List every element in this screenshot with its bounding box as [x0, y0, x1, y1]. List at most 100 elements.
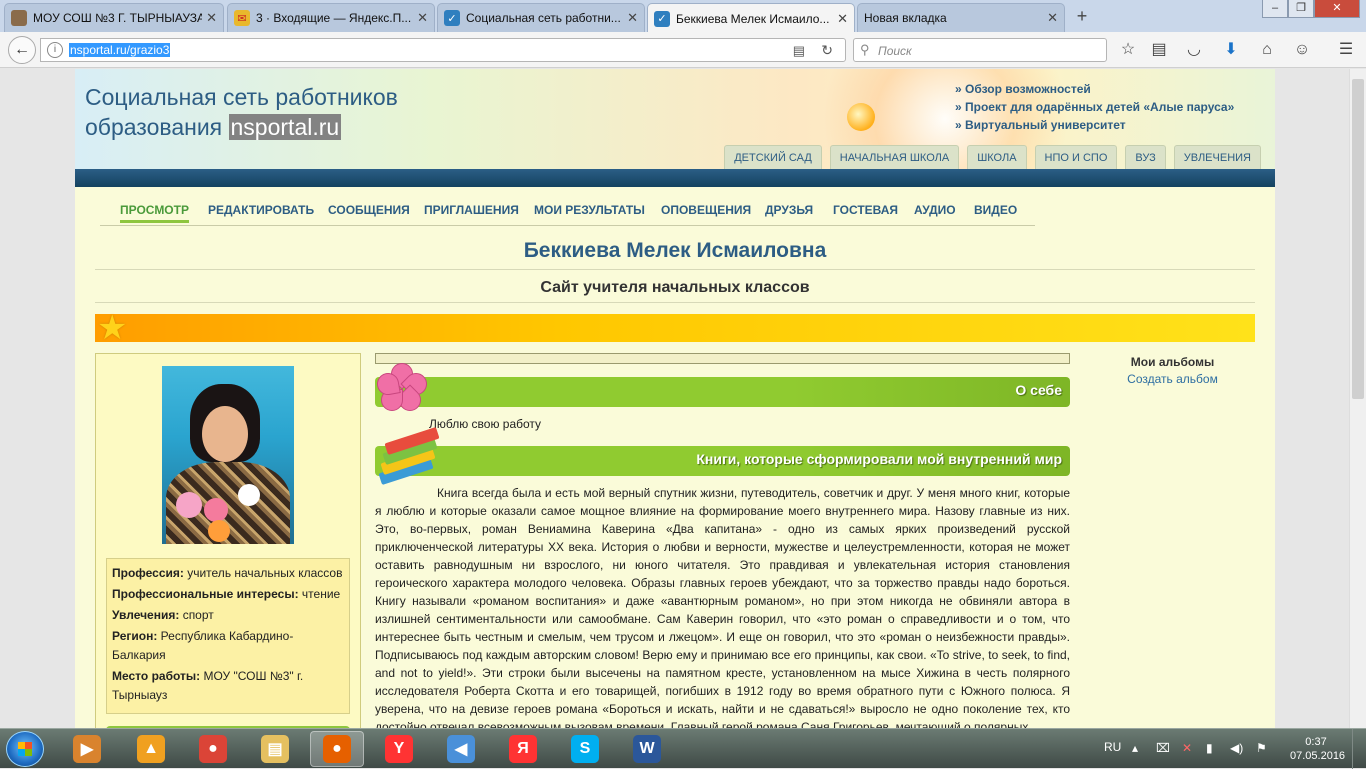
tab-label: Социальная сеть работни...: [466, 11, 621, 25]
books-text: Книга всегда была и есть мой верный спут…: [375, 486, 1070, 728]
tab-npo-spo[interactable]: НПО И СПО: [1034, 145, 1118, 169]
firefox-icon: ●: [323, 735, 351, 763]
search-icon: ⚲: [860, 42, 870, 57]
content-top-bar: [375, 353, 1070, 364]
taskbar-app-skype[interactable]: S: [558, 731, 612, 767]
avatar[interactable]: [162, 366, 294, 544]
site-title[interactable]: Социальная сеть работников образования n…: [85, 82, 398, 142]
maximize-button[interactable]: ❐: [1288, 0, 1314, 18]
bookmark-star-icon[interactable]: ☆: [1117, 40, 1139, 60]
taskbar-app-volume-mixer[interactable]: ◀: [434, 731, 488, 767]
nav-invitations[interactable]: ПРИГЛАШЕНИЯ: [424, 203, 519, 217]
close-icon[interactable]: ✕: [837, 11, 848, 27]
taskbar-app-file-explorer[interactable]: ▤: [248, 731, 302, 767]
promo-link-overview[interactable]: Обзор возможностей: [955, 80, 1234, 98]
notifications-tray-icon[interactable]: ⚑: [1256, 741, 1267, 755]
system-clock[interactable]: 0:37 07.05.2016: [1290, 735, 1345, 763]
downloads-icon[interactable]: ⬇: [1220, 40, 1242, 60]
search-placeholder: Поиск: [878, 44, 912, 58]
taskbar-app-yandex-browser[interactable]: Y: [372, 731, 426, 767]
nav-guestbook[interactable]: ГОСТЕВАЯ: [833, 203, 898, 217]
owner-name: Беккиева Мелек Исмаиловна: [523, 239, 827, 262]
pocket-icon[interactable]: ◡: [1183, 40, 1205, 60]
new-tab-button[interactable]: +: [1072, 6, 1092, 26]
tab-new[interactable]: Новая вкладка ✕: [857, 3, 1065, 32]
nav-my-results[interactable]: МОИ РЕЗУЛЬТАТЫ: [534, 203, 645, 217]
divider: [95, 269, 1255, 270]
taskbar-app-media-player[interactable]: ▶: [60, 731, 114, 767]
page-container: Социальная сеть работников образования n…: [75, 69, 1275, 728]
nav-view[interactable]: ПРОСМОТР: [120, 203, 189, 223]
page-scrollbar[interactable]: [1349, 69, 1366, 728]
tab-kindergarten[interactable]: ДЕТСКИЙ САД: [724, 145, 822, 169]
show-desktop-button[interactable]: [1352, 729, 1366, 769]
profile-info-box: Профессия: учитель начальных классов Про…: [106, 558, 350, 714]
close-icon[interactable]: ✕: [417, 10, 428, 26]
search-input[interactable]: ⚲ Поиск: [853, 38, 1107, 62]
nav-video[interactable]: ВИДЕО: [974, 203, 1017, 217]
close-icon[interactable]: ✕: [627, 10, 638, 26]
taskbar-app-aimp[interactable]: ▲: [124, 731, 178, 767]
file-explorer-icon: ▤: [261, 735, 289, 763]
start-button[interactable]: [6, 731, 44, 767]
nav-notifications[interactable]: ОПОВЕЩЕНИЯ: [661, 203, 751, 217]
tab-school[interactable]: МОУ СОШ №3 Г. ТЫРНЫАУЗА ✕: [4, 3, 224, 32]
nav-edit[interactable]: РЕДАКТИРОВАТЬ: [208, 203, 314, 217]
info-icon[interactable]: i: [47, 42, 63, 58]
flower-icon: [176, 492, 202, 518]
tab-social-network[interactable]: ✓ Социальная сеть работни... ✕: [437, 3, 645, 32]
bookmarks-menu-icon[interactable]: ▤: [1148, 40, 1170, 60]
promo-link-scarlet-sails[interactable]: Проект для одарённых детей «Алые паруса»: [955, 98, 1234, 116]
tab-hobbies[interactable]: УВЛЕЧЕНИЯ: [1173, 145, 1261, 169]
taskbar-app-firefox[interactable]: ●: [310, 731, 364, 767]
school-favicon-icon: [11, 10, 27, 26]
minimize-button[interactable]: –: [1262, 0, 1288, 18]
page-viewport: Социальная сеть работников образования n…: [0, 69, 1349, 728]
profile-navigation: ПРОСМОТР РЕДАКТИРОВАТЬ СООБЩЕНИЯ ПРИГЛАШ…: [100, 199, 1035, 226]
tab-primary-school[interactable]: НАЧАЛЬНАЯ ШКОЛА: [829, 145, 960, 169]
avatar-face: [202, 406, 248, 462]
taskbar-app-yandex[interactable]: Я: [496, 731, 550, 767]
albums-panel: Мои альбомы Создать альбом: [1085, 353, 1260, 386]
window-close-button[interactable]: ✕: [1314, 0, 1360, 18]
hamburger-menu-icon[interactable]: ☰: [1335, 40, 1357, 60]
taskbar-app-chrome[interactable]: ●: [186, 731, 240, 767]
create-album-link[interactable]: Создать альбом: [1085, 372, 1260, 386]
promo-link-virtual-university[interactable]: Виртуальный университет: [955, 116, 1234, 134]
volume-tray-icon[interactable]: ◀): [1230, 741, 1243, 755]
security-tray-icon[interactable]: ✕: [1182, 741, 1192, 755]
site-subtitle: Сайт учителя начальных классов: [540, 279, 810, 296]
scrollbar-thumb[interactable]: [1352, 79, 1364, 399]
hello-chat-icon[interactable]: ☺: [1291, 40, 1313, 60]
close-icon[interactable]: ✕: [1047, 10, 1058, 26]
tab-school[interactable]: ШКОЛА: [967, 145, 1027, 169]
yandex-icon: Я: [509, 735, 537, 763]
home-icon[interactable]: ⌂: [1256, 40, 1278, 60]
star-icon: ★: [97, 309, 128, 347]
reload-icon[interactable]: ↻: [821, 42, 833, 59]
close-icon[interactable]: ✕: [206, 10, 217, 26]
signal-tray-icon[interactable]: ▮: [1206, 741, 1213, 755]
tab-yandex-mail[interactable]: ✉ 3 · Входящие — Яндекс.П... ✕: [227, 3, 435, 32]
tab-university[interactable]: ВУЗ: [1125, 145, 1166, 169]
promo-links: Обзор возможностей Проект для одарённых …: [955, 80, 1234, 134]
url-bar[interactable]: i nsportal.ru/grazio3 ▤ ↻: [40, 38, 846, 62]
taskbar-app-word[interactable]: W: [620, 731, 674, 767]
clock-time: 0:37: [1305, 736, 1327, 748]
header-sun-decoration: [847, 103, 875, 131]
back-button[interactable]: ←: [8, 36, 36, 64]
url-text[interactable]: nsportal.ru/grazio3: [69, 43, 171, 57]
tray-arrow-icon[interactable]: ▴: [1132, 741, 1138, 755]
nav-messages[interactable]: СООБЩЕНИЯ: [328, 203, 410, 217]
tab-label: Новая вкладка: [864, 11, 947, 25]
navigation-toolbar: ← i nsportal.ru/grazio3 ▤ ↻ ⚲ Поиск ☆ ▤ …: [0, 32, 1366, 68]
network-tray-icon[interactable]: ⌧: [1156, 741, 1170, 755]
nav-friends[interactable]: ДРУЗЬЯ: [765, 203, 813, 217]
flower-icon: [208, 520, 230, 542]
language-indicator[interactable]: RU: [1104, 740, 1121, 754]
tab-profile-active[interactable]: ✓ Беккиева Мелек Исмаило... ✕: [647, 3, 855, 33]
nsportal-check-icon: ✓: [654, 10, 670, 27]
nav-audio[interactable]: АУДИО: [914, 203, 956, 217]
site-domain: nsportal.ru: [228, 114, 342, 140]
reader-view-icon[interactable]: ▤: [793, 43, 805, 59]
